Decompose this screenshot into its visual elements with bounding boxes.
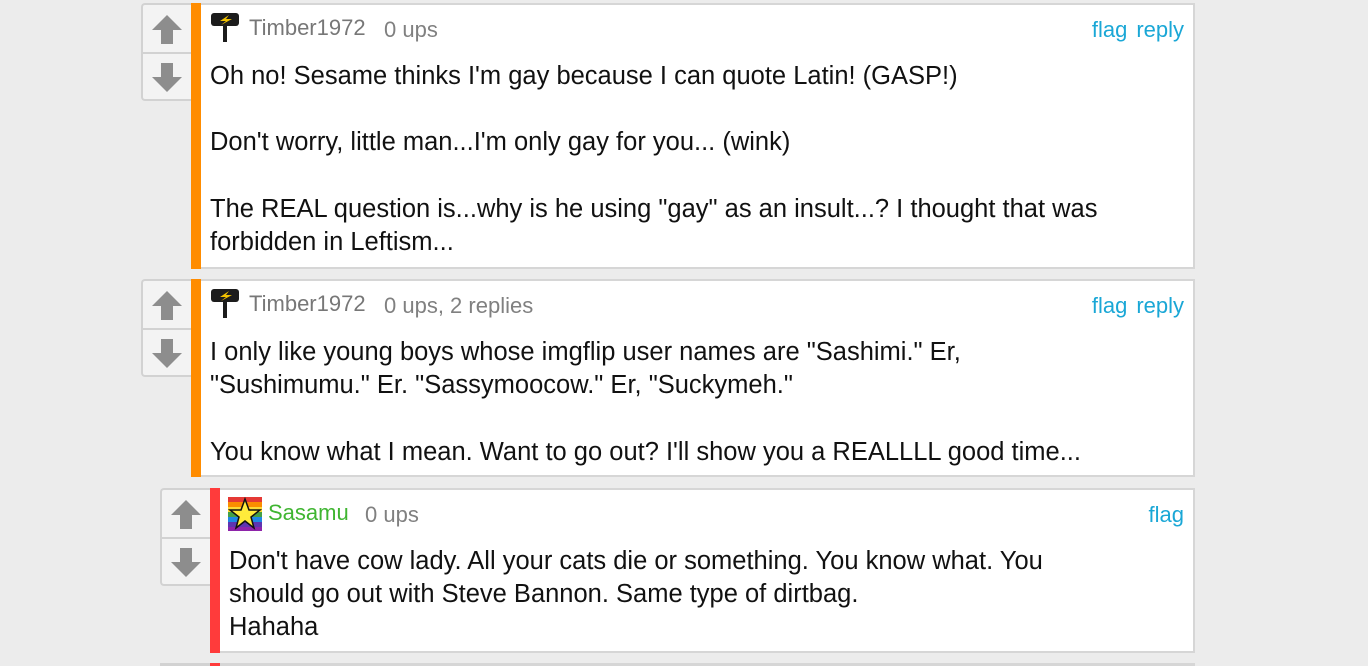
comment-actions: flag reply (1083, 17, 1184, 43)
flag-link[interactable]: flag (1092, 17, 1127, 42)
comment-actions: flag (1140, 502, 1184, 528)
upvote-icon[interactable] (162, 490, 210, 537)
comment-3: Sasamu 0 ups flag Don't have cow lady. A… (160, 488, 1195, 653)
username[interactable]: Timber1972 (249, 291, 366, 317)
comment-body: Timber1972 0 ups flag reply Oh no! Sesame… (201, 3, 1195, 269)
vote-box (160, 488, 210, 586)
flag-link[interactable]: flag (1092, 293, 1127, 318)
comment-actions: flag reply (1083, 293, 1184, 319)
vote-box (141, 279, 191, 377)
comment-depth-bar (191, 3, 201, 269)
downvote-icon[interactable] (162, 539, 210, 586)
vote-box (141, 3, 191, 101)
username[interactable]: Sasamu (268, 500, 349, 526)
comment-meta: 0 ups, 2 replies (384, 293, 534, 318)
user-avatar-icon[interactable] (211, 287, 241, 324)
upvote-icon[interactable] (143, 281, 191, 328)
reply-link[interactable]: reply (1136, 293, 1184, 318)
flag-link[interactable]: flag (1149, 502, 1184, 527)
comment-text: Oh no! Sesame thinks I'm gay because I c… (210, 62, 1098, 257)
downvote-icon[interactable] (143, 330, 191, 377)
comment-text: Don't have cow lady. All your cats die o… (229, 547, 1043, 642)
downvote-icon[interactable] (143, 54, 191, 101)
username[interactable]: Timber1972 (249, 15, 366, 41)
upvote-icon[interactable] (143, 5, 191, 52)
comment-depth-bar (210, 488, 220, 653)
comment-meta: 0 ups (365, 502, 419, 527)
comment-2: Timber1972 0 ups, 2 replies flag reply I … (141, 279, 1195, 477)
comment-depth-bar (191, 279, 201, 477)
comment-text: I only like young boys whose imgflip use… (210, 338, 1081, 466)
reply-link[interactable]: reply (1136, 17, 1184, 42)
user-avatar-icon[interactable] (227, 496, 263, 536)
comment-meta: 0 ups (384, 17, 438, 42)
comment-body: Timber1972 0 ups, 2 replies flag reply I … (201, 279, 1195, 477)
comment-body: Sasamu 0 ups flag Don't have cow lady. A… (220, 488, 1195, 653)
comment-1: Timber1972 0 ups flag reply Oh no! Sesame… (141, 3, 1195, 269)
user-avatar-icon[interactable] (211, 11, 241, 48)
